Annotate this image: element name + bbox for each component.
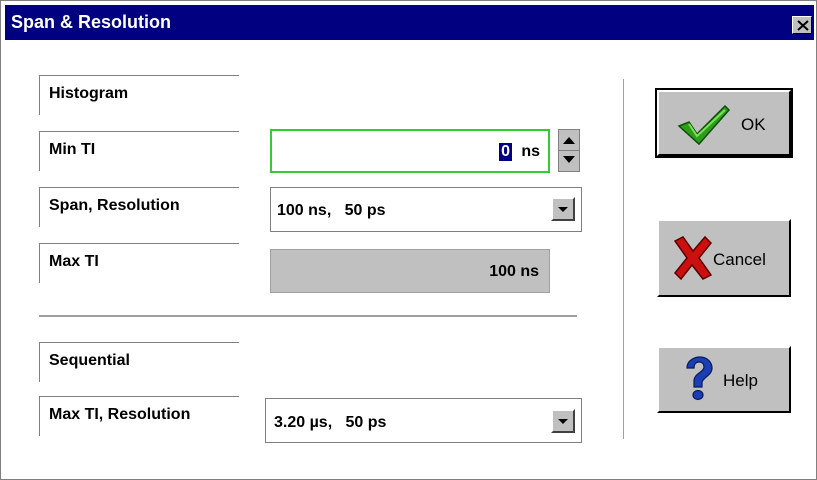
- max-ti-resolution-selected: 3.20 µs, 50 ps: [274, 414, 387, 431]
- ok-label: OK: [741, 115, 766, 134]
- ok-button[interactable]: OK: [655, 88, 793, 158]
- help-question-icon: [686, 356, 713, 401]
- min-ti-spinner[interactable]: [558, 129, 580, 172]
- help-button[interactable]: Help: [657, 346, 791, 413]
- cancel-label: Cancel: [713, 250, 766, 269]
- arrow-up-icon: [563, 137, 575, 144]
- checkmark-icon: [677, 104, 731, 146]
- sequential-section-label: Sequential: [39, 342, 239, 382]
- max-ti-resolution-label: Max TI, Resolution: [39, 396, 239, 436]
- span-resolution-dropdown[interactable]: 100 ns, 50 ps: [270, 187, 582, 232]
- cancel-button[interactable]: Cancel: [657, 219, 791, 297]
- close-icon: [797, 20, 809, 31]
- section-divider: [39, 315, 577, 318]
- help-label: Help: [723, 371, 758, 390]
- min-ti-unit: ns: [521, 143, 540, 160]
- max-ti-resolution-dropdown-button[interactable]: [551, 409, 575, 433]
- span-resolution-dialog: Span & Resolution Histogram Min TI 0 ns …: [0, 0, 817, 480]
- max-ti-value: 100 ns: [489, 263, 539, 280]
- arrow-down-icon: [563, 156, 575, 163]
- span-resolution-label: Span, Resolution: [39, 187, 239, 227]
- spin-up-button[interactable]: [559, 130, 579, 151]
- chevron-down-icon: [558, 419, 568, 424]
- close-button[interactable]: [792, 16, 812, 34]
- spin-down-button[interactable]: [559, 151, 579, 171]
- max-ti-label: Max TI: [39, 243, 239, 283]
- span-resolution-selected: 100 ns, 50 ps: [277, 202, 386, 219]
- window-title: Span & Resolution: [11, 12, 172, 32]
- min-ti-value: 0: [499, 143, 512, 161]
- span-resolution-dropdown-button[interactable]: [551, 197, 575, 221]
- min-ti-input[interactable]: 0 ns: [270, 129, 550, 173]
- title-bar[interactable]: Span & Resolution: [5, 5, 814, 40]
- max-ti-readout: 100 ns: [270, 249, 550, 293]
- histogram-section-label: Histogram: [39, 75, 239, 115]
- vertical-divider: [623, 79, 624, 439]
- max-ti-resolution-dropdown[interactable]: 3.20 µs, 50 ps: [265, 398, 582, 443]
- chevron-down-icon: [558, 207, 568, 212]
- min-ti-label: Min TI: [39, 131, 239, 171]
- cancel-x-icon: [673, 235, 713, 281]
